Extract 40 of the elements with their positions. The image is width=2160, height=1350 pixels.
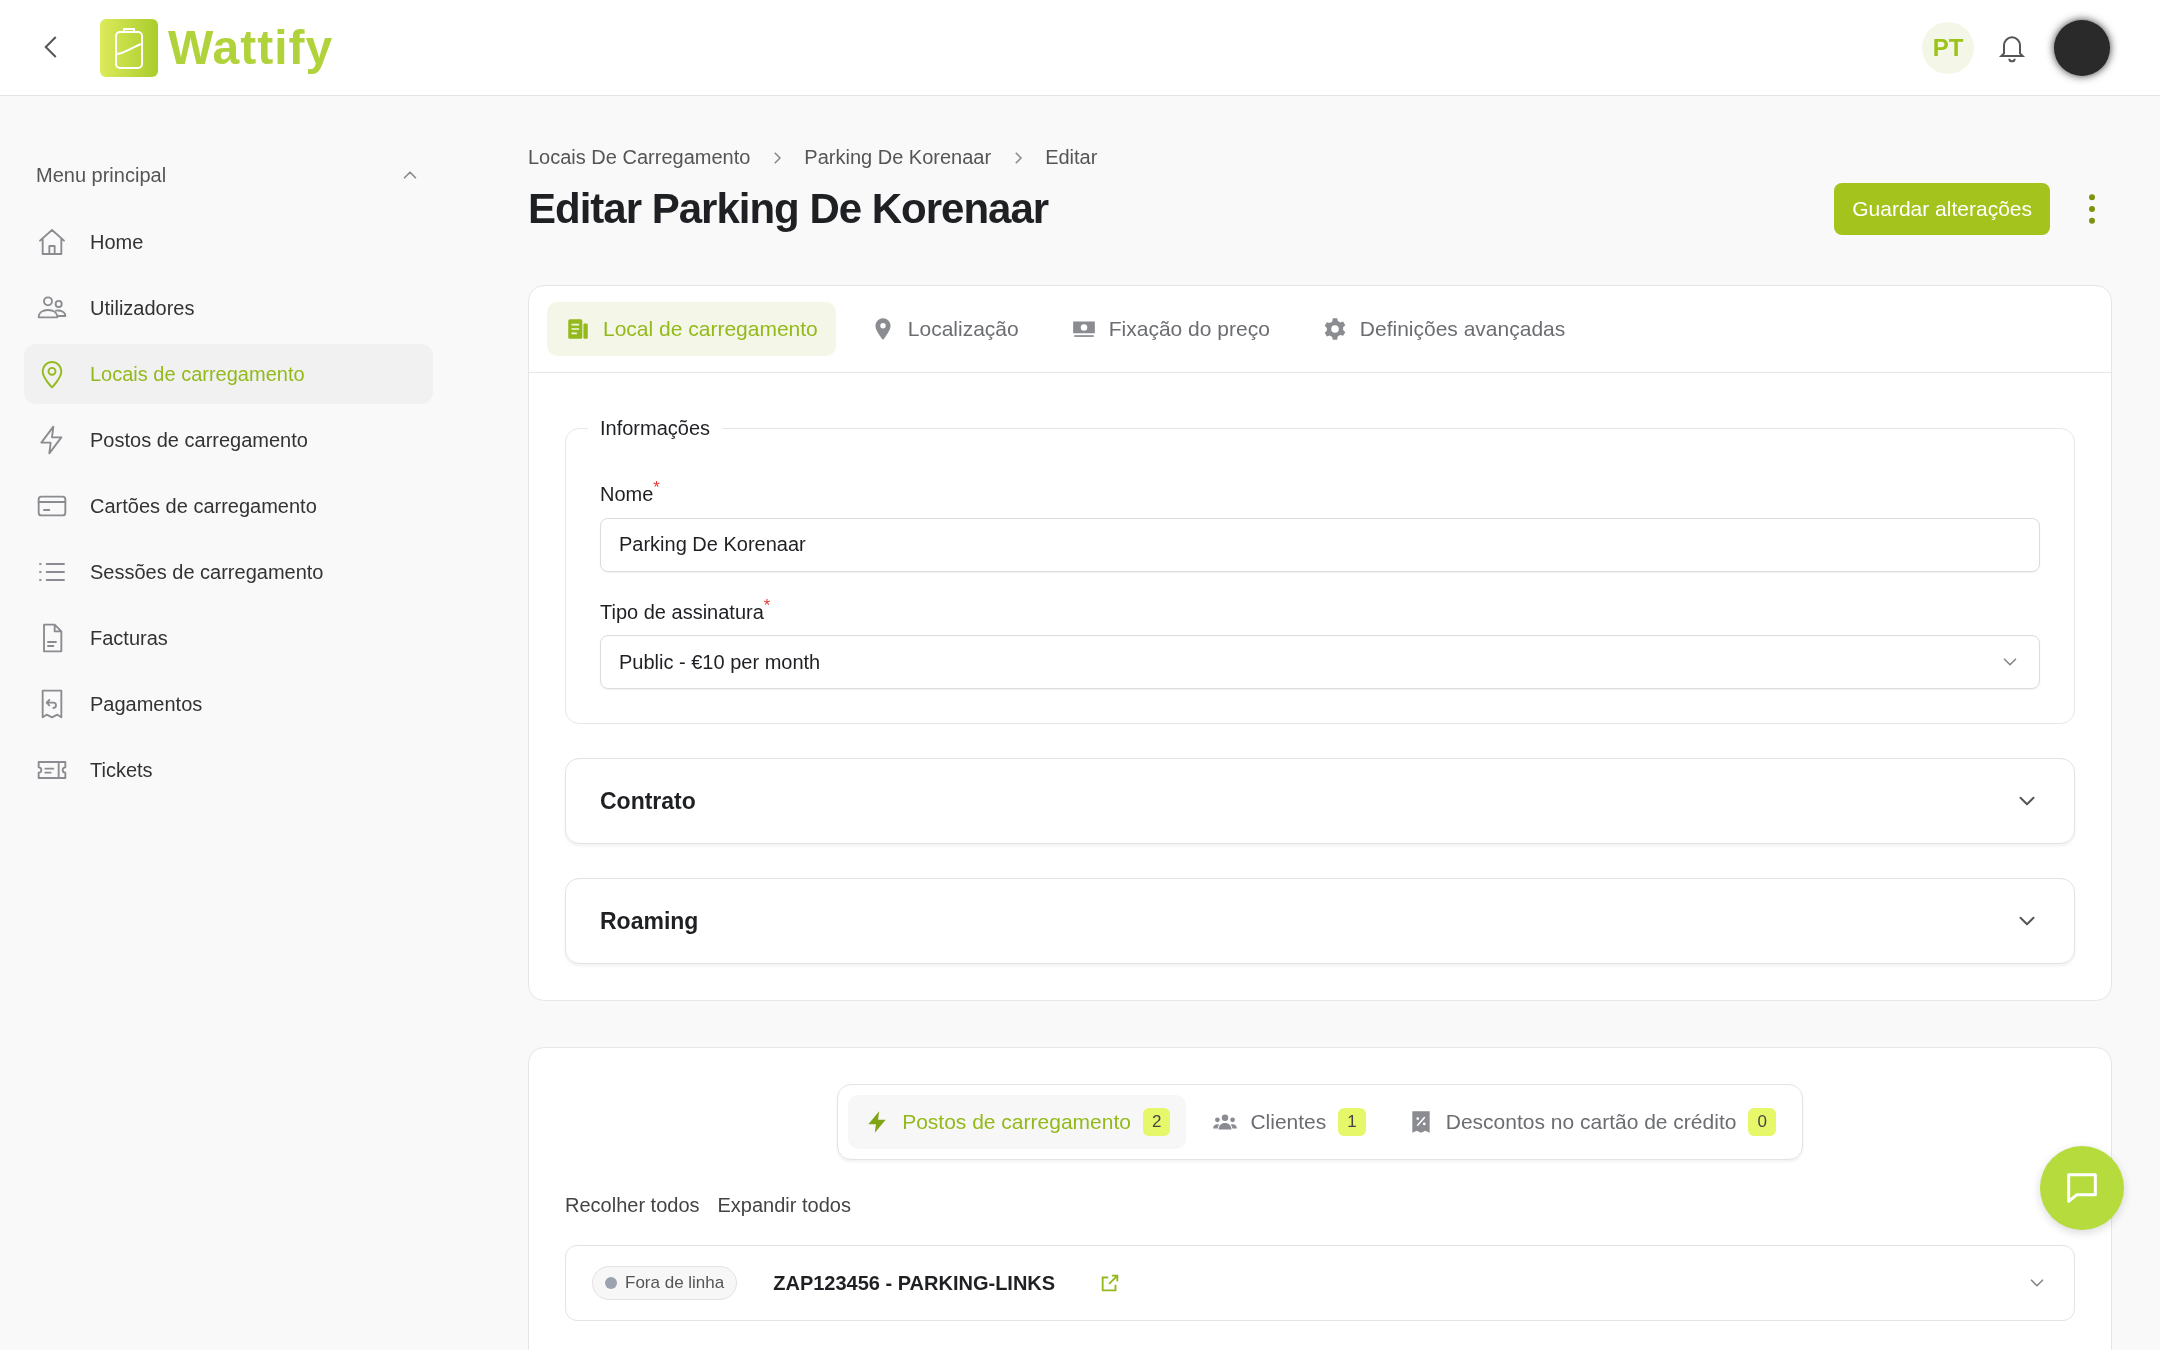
avatar[interactable] [2054, 19, 2110, 76]
sidebar-item[interactable]: Postos de carregamento [24, 410, 433, 470]
accordion-header[interactable]: Roaming [565, 878, 2075, 965]
count-badge: 0 [1748, 1108, 1776, 1137]
sub-tab[interactable]: Postos de carregamento 2 [848, 1095, 1187, 1150]
station-row[interactable]: Fora de linha ZAP123456 - PARKING-LINKS [565, 1245, 2075, 1322]
station-name: ZAP123456 - PARKING-LINKS [773, 1271, 1056, 1295]
status-badge: Fora de linha [592, 1266, 738, 1301]
count-badge: 1 [1338, 1108, 1366, 1137]
action-link[interactable]: Expandir todos [717, 1194, 851, 1218]
breadcrumb-link[interactable]: Parking De Korenaar [804, 146, 992, 169]
sub-tab[interactable]: Clientes 1 [1196, 1095, 1382, 1150]
required-mark: * [763, 595, 771, 615]
home-icon [36, 226, 68, 258]
sub-tab[interactable]: Descontos no cartão de crédito 0 [1391, 1095, 1792, 1150]
count-badge: 2 [1142, 1108, 1171, 1137]
field-label: Nome$^{*}$ [600, 478, 661, 506]
tab[interactable]: Localização [851, 302, 1037, 356]
tab[interactable]: Fixação do preço [1052, 302, 1288, 356]
accordion-header[interactable]: Contrato [565, 758, 2075, 845]
sidebar-item[interactable]: Pagamentos [24, 674, 433, 734]
menu-section-title: Menu principal [36, 163, 167, 187]
select-field[interactable]: Public - €10 per month [600, 635, 2040, 690]
required-mark: * [653, 478, 660, 497]
sidebar-item[interactable]: Sessões de carregamento [24, 542, 433, 602]
document-icon [565, 316, 591, 342]
page-title: Editar Parking De Korenaar [528, 185, 1050, 233]
tab[interactable]: Definições avançadas [1303, 302, 1584, 356]
sidebar-item[interactable]: Facturas [24, 608, 433, 668]
battery-logo-icon [100, 18, 158, 77]
input-field[interactable]: Parking De Korenaar [600, 517, 2040, 572]
sidebar-item[interactable]: Utilizadores [24, 278, 433, 338]
sidebar-item[interactable]: Cartões de carregamento [24, 476, 433, 536]
group-legend: Informações [588, 417, 723, 440]
action-link[interactable]: Recolher todos [565, 1194, 700, 1218]
sidebar-item[interactable]: Home [24, 212, 433, 272]
breadcrumb-link[interactable]: Locais De Carregamento [528, 146, 751, 169]
field-label: Tipo de assinatura$^{*}$ [600, 595, 772, 624]
logo-text: Wattify [168, 20, 334, 75]
sidebar-item[interactable]: Tickets [24, 740, 433, 800]
